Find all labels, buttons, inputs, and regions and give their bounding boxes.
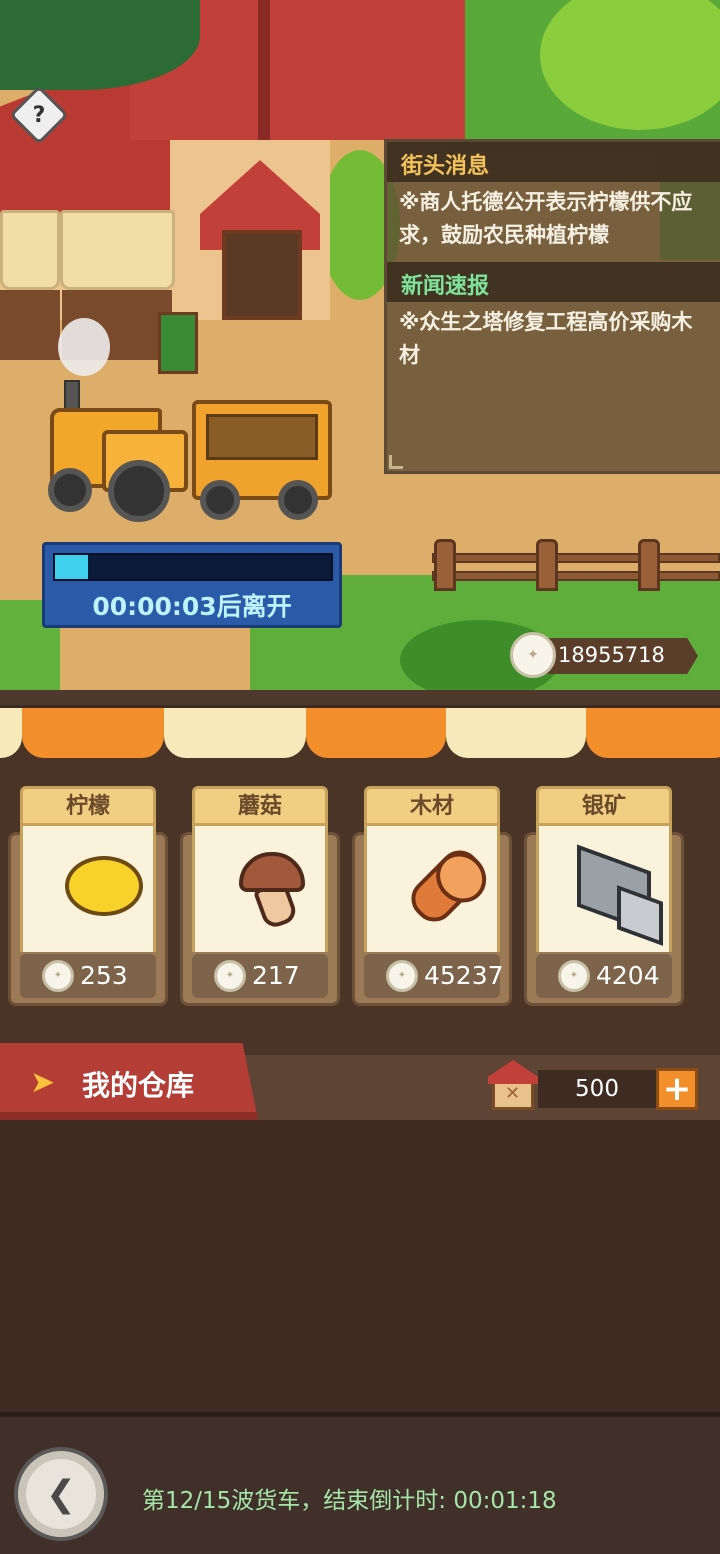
item-name: 银矿 [536, 786, 672, 826]
panel-corner [389, 455, 403, 469]
wooden-fence [432, 539, 720, 591]
silver-coin-icon: ✦ [42, 960, 74, 992]
back-arrow-icon: ❮ [45, 1473, 77, 1515]
news-panel: 街头消息 ※商人托德公开表示柠檬供不应求，鼓励农民种植柠檬 新闻速报 ※众生之塔… [384, 139, 720, 474]
item-price: ✦ 217 [192, 954, 328, 998]
back-button[interactable]: ❮ [14, 1447, 108, 1541]
truck-wheel [278, 480, 318, 520]
street-news-title: 街头消息 [387, 142, 720, 182]
truck-departure-timer: 00:00:03后离开 [42, 542, 342, 628]
barn-roof [488, 1060, 538, 1084]
truck-wheel [48, 468, 92, 512]
stall-awning [0, 210, 60, 290]
question-icon: ? [32, 102, 46, 128]
silver-coin-icon: ✦ [214, 960, 246, 992]
shop-item-lemon[interactable]: 柠檬 ✦ 253 [8, 786, 168, 1006]
house-door [222, 230, 302, 320]
warehouse-inventory-area [0, 1120, 720, 1412]
item-name: 木材 [364, 786, 500, 826]
card-display [364, 824, 500, 952]
shop-panel: 柠檬 ✦ 253 蘑菇 ✦ 217 木材 ✦ 45237 银矿 ✦ 4204 [0, 690, 720, 1040]
expand-capacity-button[interactable]: + [656, 1068, 698, 1110]
awning-stripe [164, 708, 306, 758]
item-name: 蘑菇 [192, 786, 328, 826]
flash-news-title: 新闻速报 [387, 262, 720, 302]
truck-wave-countdown: 第12/15波货车，结束倒计时: 00:01:18 [142, 1488, 557, 1514]
timer-text: 00:00:03后离开 [92, 592, 292, 621]
item-price: ✦ 45237 [364, 954, 504, 998]
card-display [536, 824, 672, 952]
item-price-value: 45237 [424, 961, 504, 990]
awning-stripe [22, 708, 164, 758]
fence-post [638, 539, 660, 591]
awning-stripe [306, 708, 446, 758]
card-display [192, 824, 328, 952]
currency-amount: 18955718 [558, 643, 665, 667]
awning-stripe [446, 708, 586, 758]
item-price-value: 217 [252, 961, 300, 990]
awning-stripe [586, 708, 720, 758]
fence-rail [432, 553, 720, 563]
item-price-value: 253 [80, 961, 128, 990]
shop-item-wood[interactable]: 木材 ✦ 45237 [352, 786, 512, 1006]
chevron-right-icon: ➤ [30, 1065, 56, 1100]
cargo-truck[interactable] [42, 380, 342, 540]
flash-news-body: ※众生之塔修复工程高价采购木材 [399, 310, 693, 367]
item-name: 柠檬 [20, 786, 156, 826]
vegetable-crate [158, 312, 198, 374]
silver-ore-icon [577, 844, 651, 934]
timer-progress-bar [53, 553, 333, 581]
item-price: ✦ 4204 [536, 954, 672, 998]
footer-bar: ❮ 第12/15波货车，结束倒计时: 00:01:18 [0, 1412, 720, 1554]
shop-item-mushroom[interactable]: 蘑菇 ✦ 217 [180, 786, 340, 1006]
truck-wheel [108, 460, 170, 522]
silver-coin-icon: ✦ [510, 632, 556, 678]
mushroom-icon [239, 852, 305, 892]
lemon-icon [65, 856, 143, 916]
game-scene: ? 街头消息 ※商人托德公开表示柠檬供不应求，鼓励农民种植柠檬 新闻速报 ※众生… [0, 0, 720, 690]
market-stall [0, 290, 60, 360]
barn-icon [488, 1060, 538, 1112]
silver-coin-icon: ✦ [558, 960, 590, 992]
item-price-value: 4204 [596, 961, 660, 990]
fence-post [434, 539, 456, 591]
shop-top-border [0, 690, 720, 708]
truck-wheel [200, 480, 240, 520]
warehouse-title: 我的仓库 [82, 1069, 195, 1102]
timer-progress-fill [55, 555, 89, 579]
silver-coin-icon: ✦ [386, 960, 418, 992]
item-price: ✦ 253 [20, 954, 156, 998]
shop-item-silver-ore[interactable]: 银矿 ✦ 4204 [524, 786, 684, 1006]
fence-post [536, 539, 558, 591]
smoke-puff [58, 318, 110, 376]
card-display [20, 824, 156, 952]
barn-body [492, 1080, 534, 1110]
wood-log-icon [403, 842, 491, 930]
street-news-body: ※商人托德公开表示柠檬供不应求，鼓励农民种植柠檬 [399, 190, 693, 247]
warehouse-capacity: 500 [538, 1070, 656, 1108]
stall-awning [60, 210, 175, 290]
fence-rail [432, 571, 720, 581]
awning-stripe [0, 708, 22, 758]
